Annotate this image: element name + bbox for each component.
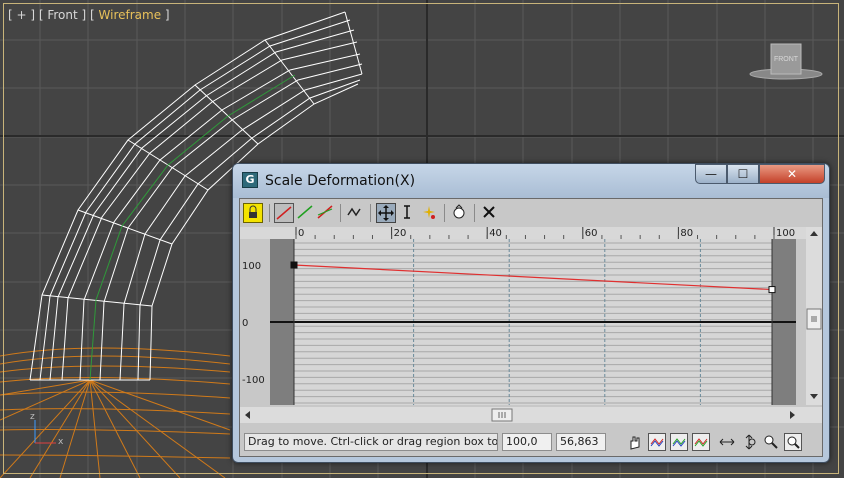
move-control-point-icon[interactable] — [376, 203, 396, 223]
x-tick-label: 80 — [680, 228, 693, 239]
horizontal-scrollbar[interactable] — [240, 407, 822, 423]
x-tick-label: 20 — [394, 228, 407, 239]
point-y-field[interactable]: 56,863 — [556, 433, 606, 451]
lock-symmetry-icon[interactable] — [243, 203, 263, 223]
viewcube[interactable]: FRONT — [748, 40, 824, 82]
scroll-left-arrow — [245, 411, 250, 419]
graph-canvas[interactable]: 0 20 40 60 80 100 100 0 -100 — [240, 227, 822, 405]
scale-deformation-dialog: G Scale Deformation(X) — ☐ ✕ 0 20 40 60 … — [232, 163, 830, 463]
scale-control-point-icon[interactable] — [398, 203, 418, 223]
close-button[interactable]: ✕ — [759, 164, 825, 184]
pan-icon[interactable] — [626, 433, 644, 451]
zoom-icon[interactable] — [762, 433, 780, 451]
delete-control-point-icon[interactable] — [450, 203, 470, 223]
dialog-title: Scale Deformation(X) — [265, 173, 416, 189]
viewcube-face-label: FRONT — [774, 56, 799, 63]
reset-curve-icon[interactable] — [480, 203, 500, 223]
display-x-curve-icon[interactable] — [274, 203, 294, 223]
zoom-vertical-extents-icon[interactable] — [692, 433, 710, 451]
status-prompt: Drag to move. Ctrl-click or drag region … — [244, 433, 498, 451]
y-tick-label: 0 — [242, 318, 248, 329]
viewport-label[interactable]: [ + ] [ Front ] [ Wireframe ] — [8, 8, 170, 22]
point-x-field[interactable]: 100,0 — [502, 433, 552, 451]
insert-corner-point-icon[interactable] — [420, 203, 440, 223]
y-tick-label: 100 — [242, 261, 261, 272]
minimize-button[interactable]: — — [695, 164, 727, 184]
shading-mode-label: Wireframe — [98, 8, 162, 22]
control-point[interactable] — [768, 286, 776, 294]
zoom-horizontal-extents-icon[interactable] — [670, 433, 688, 451]
x-tick-label: 40 — [489, 228, 502, 239]
dialog-body: 0 20 40 60 80 100 100 0 -100 Drag to move. Ctrl… — [239, 198, 823, 457]
axis-z-label: z — [30, 412, 35, 422]
zoom-extents-icon[interactable] — [648, 433, 666, 451]
toolbar — [240, 199, 822, 227]
status-bar: Drag to move. Ctrl-click or drag region … — [240, 428, 822, 456]
dialog-titlebar[interactable]: G Scale Deformation(X) — ☐ ✕ — [233, 164, 829, 198]
swap-curves-icon[interactable] — [346, 203, 366, 223]
axis-x-label: x — [58, 437, 64, 447]
zoom-horizontal-icon[interactable] — [718, 433, 736, 451]
y-tick-label: -100 — [242, 375, 265, 386]
zoom-region-icon[interactable] — [784, 433, 802, 451]
app-icon: G — [242, 172, 258, 188]
display-xy-curves-icon[interactable] — [316, 203, 336, 223]
control-point[interactable] — [290, 261, 298, 269]
x-tick-label: 60 — [585, 228, 598, 239]
x-tick-label: 100 — [776, 228, 795, 239]
x-tick-label: 0 — [298, 228, 304, 239]
deformation-graph[interactable]: 0 20 40 60 80 100 100 0 -100 — [240, 227, 822, 405]
scroll-right-arrow — [790, 411, 795, 419]
display-y-curve-icon[interactable] — [296, 203, 316, 223]
maximize-button[interactable]: ☐ — [727, 164, 759, 184]
zoom-vertical-icon[interactable] — [740, 433, 758, 451]
